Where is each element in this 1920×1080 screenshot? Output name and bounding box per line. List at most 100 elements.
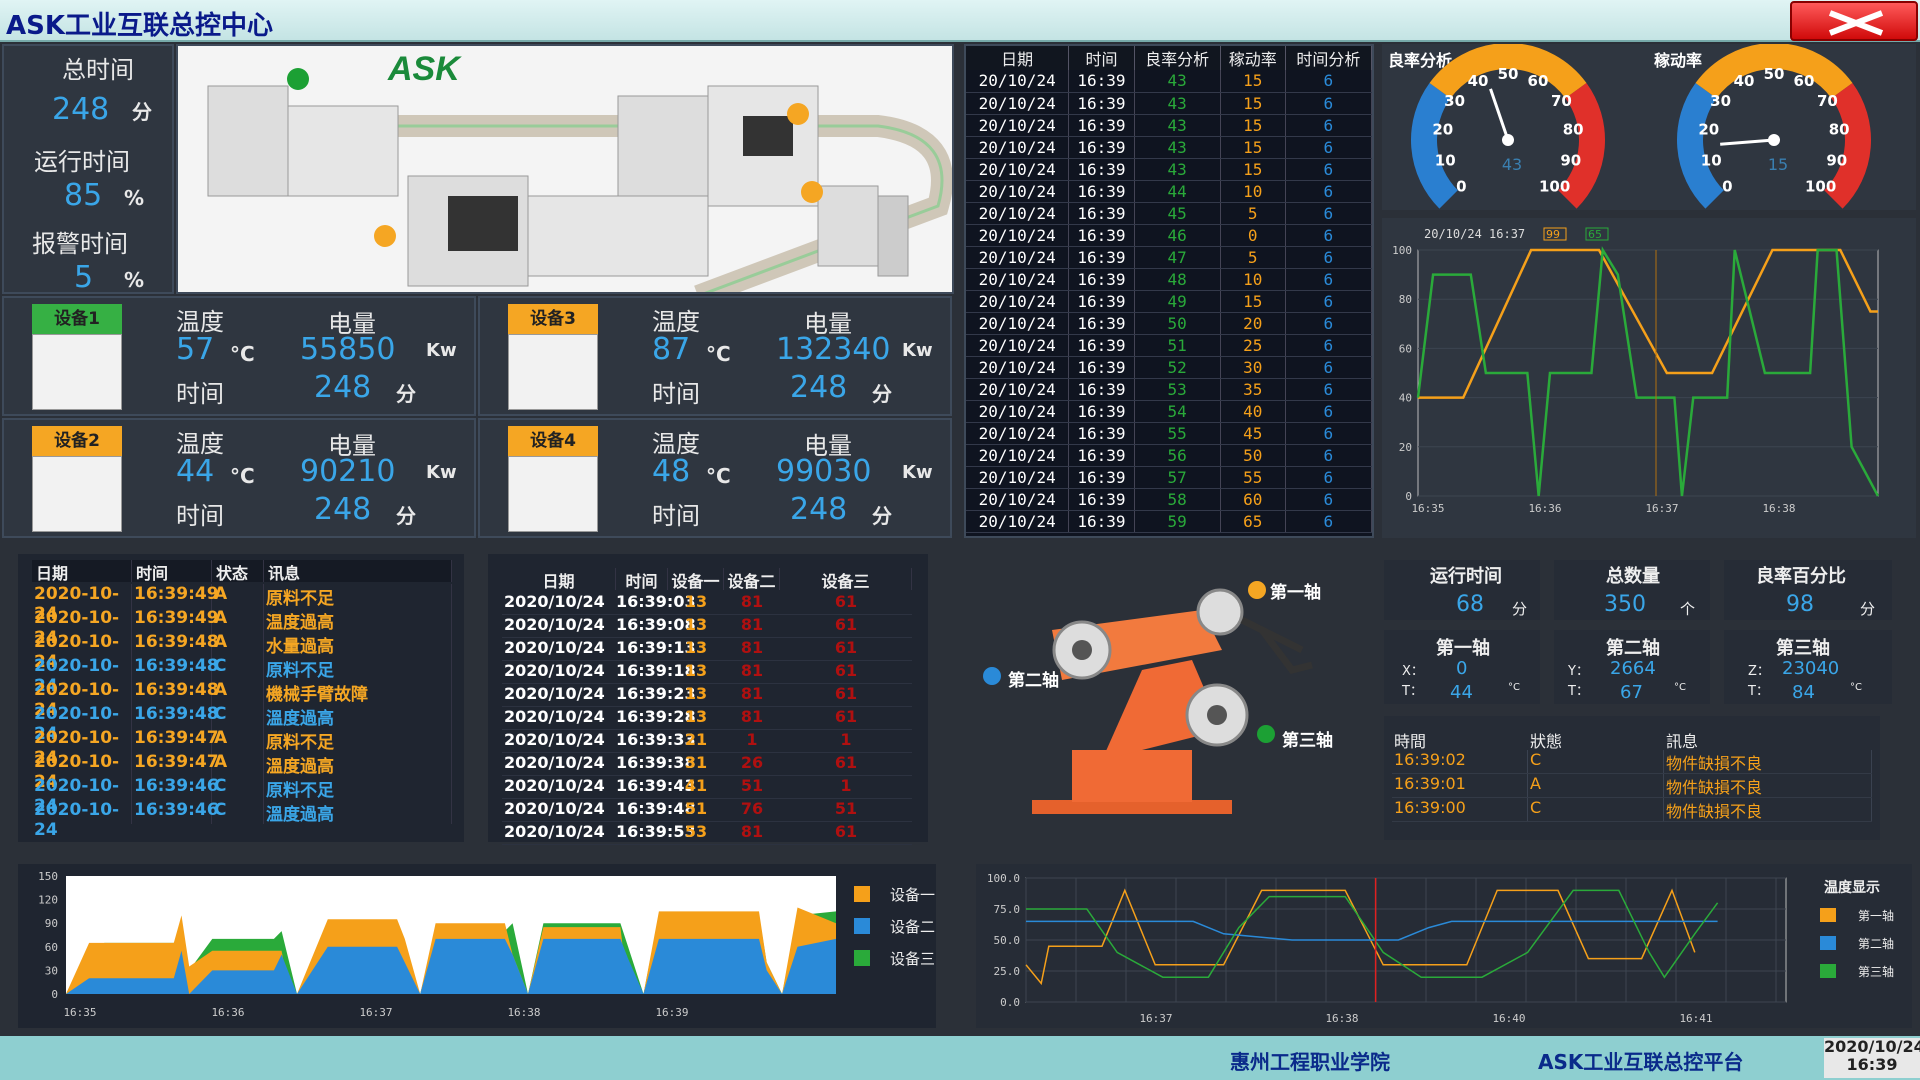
table-row[interactable]: 2020/10/24 16:39:43 41 51 1 xyxy=(502,776,912,799)
axis1-t-unit: °C xyxy=(1508,682,1520,693)
trend-timestamp: 20/10/24 16:37 xyxy=(1424,227,1525,241)
temp-ytick: 0.0 xyxy=(1000,996,1020,1009)
table-row[interactable]: 2020/10/24 16:39:13 13 81 61 xyxy=(502,638,912,661)
table-row[interactable]: 2020/10/24 16:39:53 53 81 61 xyxy=(502,822,912,845)
temp-unit: °C xyxy=(706,464,731,488)
table-row[interactable]: 20/10/24 16:39 43 15 6 xyxy=(966,92,1372,115)
gauge-tick: 80 xyxy=(1563,121,1584,139)
device-log-cell: 2020/10/24 xyxy=(504,684,605,703)
table-row[interactable]: 20/10/24 16:39 51 25 6 xyxy=(966,334,1372,357)
alarm-row[interactable]: 16:39:01 A 物件缺損不良 xyxy=(1392,774,1872,798)
events-panel: 日期 时间 状态 讯息 2020-10-24 16:39:49 A 原料不足 2020-10-… xyxy=(18,554,464,842)
event-row[interactable]: 2020-10-24 16:39:48 A 機械手臂故障 xyxy=(32,680,452,720)
history-cell: 40 xyxy=(1220,400,1286,423)
table-row[interactable]: 2020/10/24 16:39:08 13 81 61 xyxy=(502,615,912,638)
table-row[interactable]: 20/10/24 16:39 59 65 6 xyxy=(966,510,1372,533)
table-row[interactable]: 20/10/24 16:39 56 50 6 xyxy=(966,444,1372,467)
table-row[interactable]: 2020/10/24 16:39:38 31 26 61 xyxy=(502,753,912,776)
close-button[interactable] xyxy=(1790,1,1918,41)
history-cell: 43 xyxy=(1134,136,1221,159)
table-row[interactable]: 20/10/24 16:39 53 35 6 xyxy=(966,378,1372,401)
event-row[interactable]: 2020-10-24 16:39:49 A 温度過高 xyxy=(32,608,452,648)
event-row[interactable]: 2020-10-24 16:39:48 A 水量過高 xyxy=(32,632,452,672)
device-log-cell: 51 xyxy=(684,799,708,818)
device-card[interactable]: 设备2 温度 44 °C 电量 90210 Kw 时间 248 分 xyxy=(2,418,476,538)
alarm-row[interactable]: 16:39:00 C 物件缺損不良 xyxy=(1392,798,1872,822)
axis1-x-label: X： xyxy=(1402,664,1424,679)
history-table-panel: 日期 时间 良率分析 稼动率 时间分析 20/10/24 16:39 43 15 6 20/10/2… xyxy=(964,44,1374,538)
table-row[interactable]: 20/10/24 16:39 48 10 6 xyxy=(966,268,1372,291)
table-row[interactable]: 20/10/24 16:39 55 45 6 xyxy=(966,422,1372,445)
gauge-tick: 40 xyxy=(1734,72,1755,90)
temp-legend-swatch xyxy=(1820,908,1836,922)
history-cell: 20/10/24 xyxy=(966,334,1070,357)
table-row[interactable]: 20/10/24 16:39 49 15 6 xyxy=(966,290,1372,313)
history-cell: 35 xyxy=(1220,378,1286,401)
history-cell: 16:39 xyxy=(1068,70,1135,93)
device-card[interactable]: 设备3 温度 87 °C 电量 132340 Kw 时间 248 分 xyxy=(478,296,952,416)
device-log-panel: 日期 时间 设备一 设备二 设备三 2020/10/24 16:39:03 13 81 61 20… xyxy=(488,554,928,845)
temp-legend-label: 第三轴 xyxy=(1858,964,1894,979)
table-row[interactable]: 20/10/24 16:39 43 15 6 xyxy=(966,136,1372,159)
time-label: 时间 xyxy=(652,380,700,408)
event-row[interactable]: 2020-10-24 16:39:47 A 原料不足 xyxy=(32,728,452,768)
device-card[interactable]: 设备4 温度 48 °C 电量 99030 Kw 时间 248 分 xyxy=(478,418,952,538)
table-row[interactable]: 20/10/24 16:39 43 15 6 xyxy=(966,158,1372,181)
event-row[interactable]: 2020-10-24 16:39:46 C 溫度過高 xyxy=(32,800,452,840)
total-stat-title: 总数量 xyxy=(1606,566,1660,587)
axis1-indicator xyxy=(1248,581,1266,599)
area-ytick: 150 xyxy=(38,870,58,883)
event-row[interactable]: 2020-10-24 16:39:48 C 原料不足 xyxy=(32,656,452,696)
event-row[interactable]: 2020-10-24 16:39:49 A 原料不足 xyxy=(32,584,452,624)
event-row[interactable]: 2020-10-24 16:39:48 C 溫度過高 xyxy=(32,704,452,744)
table-row[interactable]: 2020/10/24 16:39:18 13 81 61 xyxy=(502,661,912,684)
table-row[interactable]: 2020/10/24 16:39:33 21 1 1 xyxy=(502,730,912,753)
production-line-image: ASK xyxy=(176,44,954,294)
device-log-cell: 16:39:43 xyxy=(616,776,696,795)
table-row[interactable]: 20/10/24 16:39 43 15 6 xyxy=(966,114,1372,137)
table-row[interactable]: 20/10/24 16:39 46 0 6 xyxy=(966,224,1372,247)
device-log-cell: 81 xyxy=(740,707,764,726)
history-cell: 16:39 xyxy=(1068,444,1135,467)
event-row[interactable]: 2020-10-24 16:39:46 C 原料不足 xyxy=(32,776,452,816)
history-cell: 56 xyxy=(1134,444,1221,467)
history-header: 时间 xyxy=(1068,46,1135,70)
table-row[interactable]: 20/10/24 16:39 44 10 6 xyxy=(966,180,1372,203)
table-row[interactable]: 20/10/24 16:39 52 30 6 xyxy=(966,356,1372,379)
device-log-cell: 13 xyxy=(684,592,708,611)
table-row[interactable]: 2020/10/24 16:39:48 51 76 51 xyxy=(502,799,912,822)
device-log-cell: 81 xyxy=(740,822,764,841)
table-row[interactable]: 20/10/24 16:39 58 60 6 xyxy=(966,488,1372,511)
table-row[interactable]: 2020/10/24 16:39:23 13 81 61 xyxy=(502,684,912,707)
alarm-row[interactable]: 16:39:02 C 物件缺損不良 xyxy=(1392,750,1872,774)
history-cell: 6 xyxy=(1285,378,1372,401)
history-cell: 60 xyxy=(1220,488,1286,511)
table-row[interactable]: 20/10/24 16:39 45 5 6 xyxy=(966,202,1372,225)
area-legend-swatch xyxy=(854,918,870,934)
event-cell: 水量過高 xyxy=(264,632,452,657)
clock: 2020/10/24 16:39 xyxy=(1824,1038,1920,1078)
table-row[interactable]: 20/10/24 16:39 57 55 6 xyxy=(966,466,1372,489)
device-log-cell: 81 xyxy=(740,684,764,703)
history-cell: 47 xyxy=(1134,246,1221,269)
event-row[interactable]: 2020-10-24 16:39:47 A 溫度過高 xyxy=(32,752,452,792)
event-cell: 機械手臂故障 xyxy=(264,680,452,705)
event-cell: 原料不足 xyxy=(264,656,452,681)
alarm-cell: A xyxy=(1528,774,1664,797)
table-row[interactable]: 2020/10/24 16:39:28 13 81 61 xyxy=(502,707,912,730)
alarm-cell: 物件缺損不良 xyxy=(1664,750,1872,773)
history-cell: 55 xyxy=(1220,466,1286,489)
table-row[interactable]: 20/10/24 16:39 54 40 6 xyxy=(966,400,1372,423)
history-cell: 20/10/24 xyxy=(966,180,1070,203)
history-cell: 20/10/24 xyxy=(966,158,1070,181)
table-row[interactable]: 2020/10/24 16:39:03 13 81 61 xyxy=(502,592,912,615)
event-cell: 溫度過高 xyxy=(264,800,452,825)
device-log-cell: 61 xyxy=(834,661,858,680)
power-value: 99030 xyxy=(776,454,872,489)
table-row[interactable]: 20/10/24 16:39 43 15 6 xyxy=(966,70,1372,93)
table-row[interactable]: 20/10/24 16:39 47 5 6 xyxy=(966,246,1372,269)
area-xtick: 16:36 xyxy=(211,1006,244,1019)
history-cell: 16:39 xyxy=(1068,488,1135,511)
table-row[interactable]: 20/10/24 16:39 50 20 6 xyxy=(966,312,1372,335)
device-card[interactable]: 设备1 温度 57 °C 电量 55850 Kw 时间 248 分 xyxy=(2,296,476,416)
